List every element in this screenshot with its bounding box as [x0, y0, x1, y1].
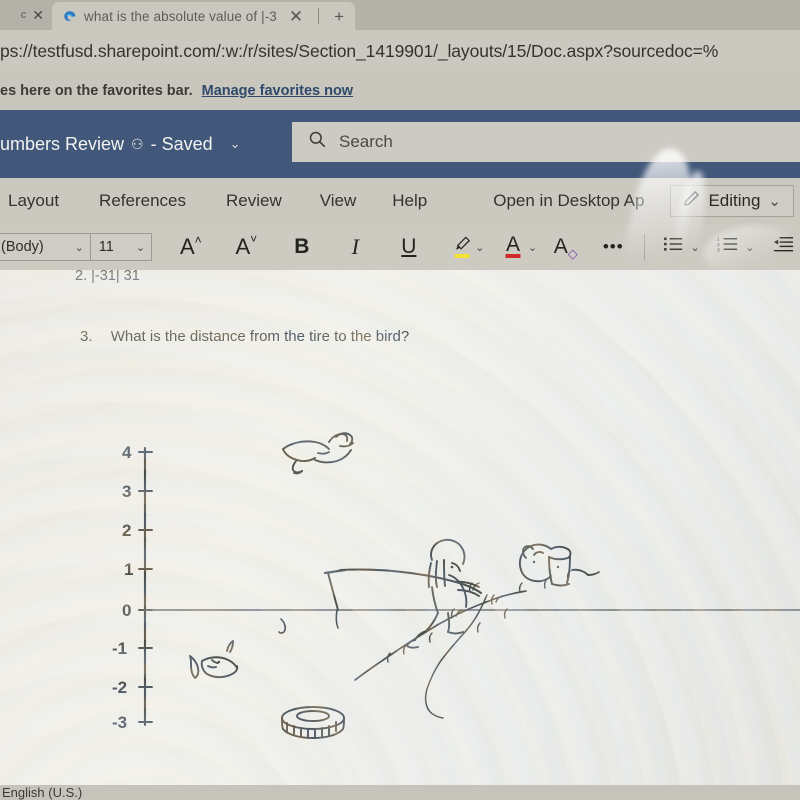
ribbon-tab-row: Layout References Review View Help Open …	[0, 178, 800, 224]
italic-label: I	[351, 234, 359, 259]
document-title-group[interactable]: umbers Review ⚇ - Saved ⌄	[0, 134, 290, 155]
number-line-fishing-illustration: 4 3 2 1 0 -1 -2 -3	[112, 432, 800, 739]
tab-references[interactable]: References	[85, 191, 200, 211]
language-status[interactable]: English (U.S.)	[0, 785, 800, 800]
document-canvas[interactable]: 2. |-31| 31 3. What is the distance from…	[0, 270, 800, 785]
tab-partial-close-icon[interactable]: ✕	[32, 7, 44, 24]
bullet-list-icon	[663, 235, 684, 259]
axis-label-3: 3	[122, 482, 131, 501]
toolbar-divider	[644, 234, 646, 260]
formatting-toolbar: (Body) ⌄ 11 ⌄ A ˄ A ˅ B I U ⌄ A ⌄ A ◇ ••…	[0, 224, 800, 270]
editing-mode-button[interactable]: Editing ⌄	[670, 185, 794, 217]
screenshot-root: c ✕ what is the absolute value of |-3 ✕ …	[0, 0, 800, 800]
search-input[interactable]: Search	[292, 122, 800, 162]
decrease-indent-button[interactable]	[766, 230, 800, 264]
browser-tab-active[interactable]: what is the absolute value of |-3 ✕ +	[52, 2, 356, 30]
document-title: umbers Review	[0, 133, 125, 154]
search-icon	[308, 130, 327, 154]
numbered-list-chevron-down-icon[interactable]: ⌄	[745, 241, 754, 254]
saved-status: - Saved	[150, 133, 213, 154]
search-placeholder: Search	[339, 132, 393, 151]
font-size-chevron-down-icon[interactable]: ⌄	[136, 241, 145, 254]
grow-font-button[interactable]: A ˄	[174, 230, 208, 264]
manage-favorites-link[interactable]: Manage favorites now	[202, 83, 353, 99]
editing-label: Editing	[708, 191, 761, 210]
underline-label: U	[401, 235, 417, 258]
clear-formatting-label: A	[553, 235, 568, 258]
browser-tab-strip: c ✕ what is the absolute value of |-3 ✕ …	[0, 0, 800, 30]
pencil-icon	[683, 190, 700, 212]
new-tab-button[interactable]: +	[329, 8, 349, 25]
open-in-desktop-app-button[interactable]: Open in Desktop Ap	[479, 191, 658, 211]
svg-text:1: 1	[717, 237, 720, 243]
grow-font-label: A	[179, 234, 195, 259]
tab-partial-offscreen[interactable]: c ✕	[0, 0, 52, 30]
clear-formatting-diamond-icon: ◇	[567, 246, 578, 261]
font-name-value: (Body)	[1, 239, 44, 255]
font-color-button[interactable]: A	[496, 230, 530, 264]
axis-label-neg3: -3	[112, 713, 127, 732]
svg-text:2: 2	[717, 242, 720, 248]
title-chevron-down-icon[interactable]: ⌄	[230, 136, 241, 152]
numbered-list-button[interactable]: 1 2 3	[712, 230, 746, 264]
tab-help[interactable]: Help	[378, 191, 441, 211]
font-size-value: 11	[98, 239, 114, 255]
browser-address-bar[interactable]: ps://testfusd.sharepoint.com/:w:/r/sites…	[0, 30, 800, 72]
font-name-chevron-down-icon[interactable]: ⌄	[75, 241, 84, 254]
edge-favicon	[62, 9, 77, 24]
address-bar-url: ps://testfusd.sharepoint.com/:w:/r/sites…	[0, 40, 719, 61]
shrink-font-label: A	[235, 234, 251, 259]
font-name-select[interactable]: (Body) ⌄	[0, 233, 91, 261]
shrink-font-caret-icon: ˅	[250, 232, 258, 246]
axis-label-neg2: -2	[112, 678, 127, 697]
more-options-label: •••	[602, 237, 624, 256]
shrink-font-button[interactable]: A ˅	[230, 230, 264, 264]
axis-label-1: 1	[124, 560, 133, 579]
axis-label-2: 2	[122, 521, 131, 540]
axis-label-neg1: -1	[112, 639, 127, 658]
bullet-list-button[interactable]	[657, 230, 691, 264]
axis-label-4: 4	[122, 443, 132, 462]
tab-review[interactable]: Review	[212, 191, 296, 211]
tab-layout[interactable]: Layout	[0, 191, 73, 211]
tab-partial-label: c	[20, 9, 27, 21]
browser-tab-title: what is the absolute value of |-3	[84, 8, 277, 24]
highlight-color-swatch	[454, 254, 470, 258]
bullet-list-chevron-down-icon[interactable]: ⌄	[691, 241, 700, 254]
more-options-button[interactable]: •••	[597, 230, 631, 264]
tab-view[interactable]: View	[306, 191, 371, 211]
grow-font-caret-icon: ˄	[194, 233, 202, 247]
favorites-bar: es here on the favorites bar. Manage fav…	[0, 72, 800, 110]
numbered-list-icon: 1 2 3	[717, 235, 739, 259]
svg-text:3: 3	[717, 247, 720, 253]
font-size-select[interactable]: 11 ⌄	[90, 233, 153, 261]
font-color-swatch	[505, 254, 521, 258]
decrease-indent-icon	[772, 235, 794, 259]
font-color-label: A	[506, 232, 521, 256]
clear-formatting-button[interactable]: A ◇	[549, 230, 583, 264]
word-title-bar: umbers Review ⚇ - Saved ⌄ Search	[0, 110, 800, 178]
person-icon: ⚇	[131, 135, 144, 152]
underline-button[interactable]: U	[392, 230, 426, 264]
word-status-bar: English (U.S.)	[0, 785, 800, 800]
favorites-bar-text: es here on the favorites bar.	[0, 83, 193, 99]
axis-label-0: 0	[122, 601, 131, 620]
tab-separator	[318, 8, 320, 24]
bold-label: B	[294, 235, 310, 258]
italic-button[interactable]: I	[339, 230, 373, 264]
tab-close-icon[interactable]: ✕	[284, 8, 308, 25]
bold-button[interactable]: B	[285, 230, 319, 264]
text-highlight-button[interactable]	[446, 230, 480, 264]
editing-chevron-down-icon[interactable]: ⌄	[768, 192, 781, 210]
